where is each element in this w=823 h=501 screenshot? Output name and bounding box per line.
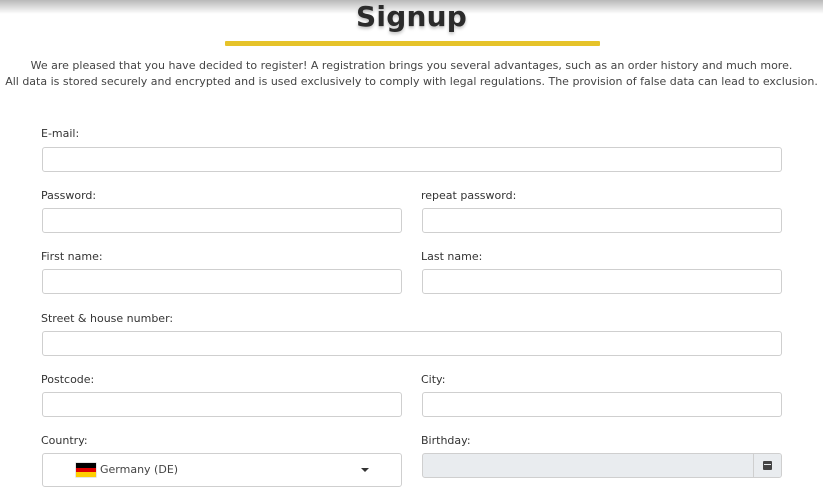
last-name-label: Last name: <box>421 250 483 263</box>
first-name-field[interactable] <box>42 269 402 294</box>
intro-line-2: All data is stored securely and encrypte… <box>5 75 818 88</box>
password-label: Password: <box>41 189 97 202</box>
page-title: Signup <box>356 0 467 33</box>
postcode-field[interactable] <box>42 392 402 417</box>
country-selected-value: Germany (DE) <box>100 463 179 476</box>
title-underline <box>225 41 600 46</box>
country-select[interactable]: Germany (DE) <box>42 453 402 487</box>
birthday-calendar-button[interactable] <box>753 454 781 477</box>
intro-line-1: We are pleased that you have decided to … <box>30 59 793 72</box>
password-field[interactable] <box>42 208 402 233</box>
city-label: City: <box>421 373 446 386</box>
repeat-password-label: repeat password: <box>421 189 517 202</box>
street-label: Street & house number: <box>41 312 174 325</box>
germany-flag-icon <box>76 463 96 478</box>
city-field[interactable] <box>422 392 782 417</box>
last-name-field[interactable] <box>422 269 782 294</box>
repeat-password-field[interactable] <box>422 208 782 233</box>
calendar-icon <box>763 461 772 470</box>
postcode-label: Postcode: <box>41 373 95 386</box>
birthday-label: Birthday: <box>421 434 471 447</box>
country-label: Country: <box>41 434 88 447</box>
first-name-label: First name: <box>41 250 103 263</box>
intro-text: We are pleased that you have decided to … <box>0 58 823 90</box>
birthday-field[interactable] <box>422 453 782 478</box>
email-field[interactable] <box>42 147 782 172</box>
chevron-down-icon <box>361 468 369 472</box>
email-label: E-mail: <box>41 127 80 140</box>
street-field[interactable] <box>42 331 782 356</box>
